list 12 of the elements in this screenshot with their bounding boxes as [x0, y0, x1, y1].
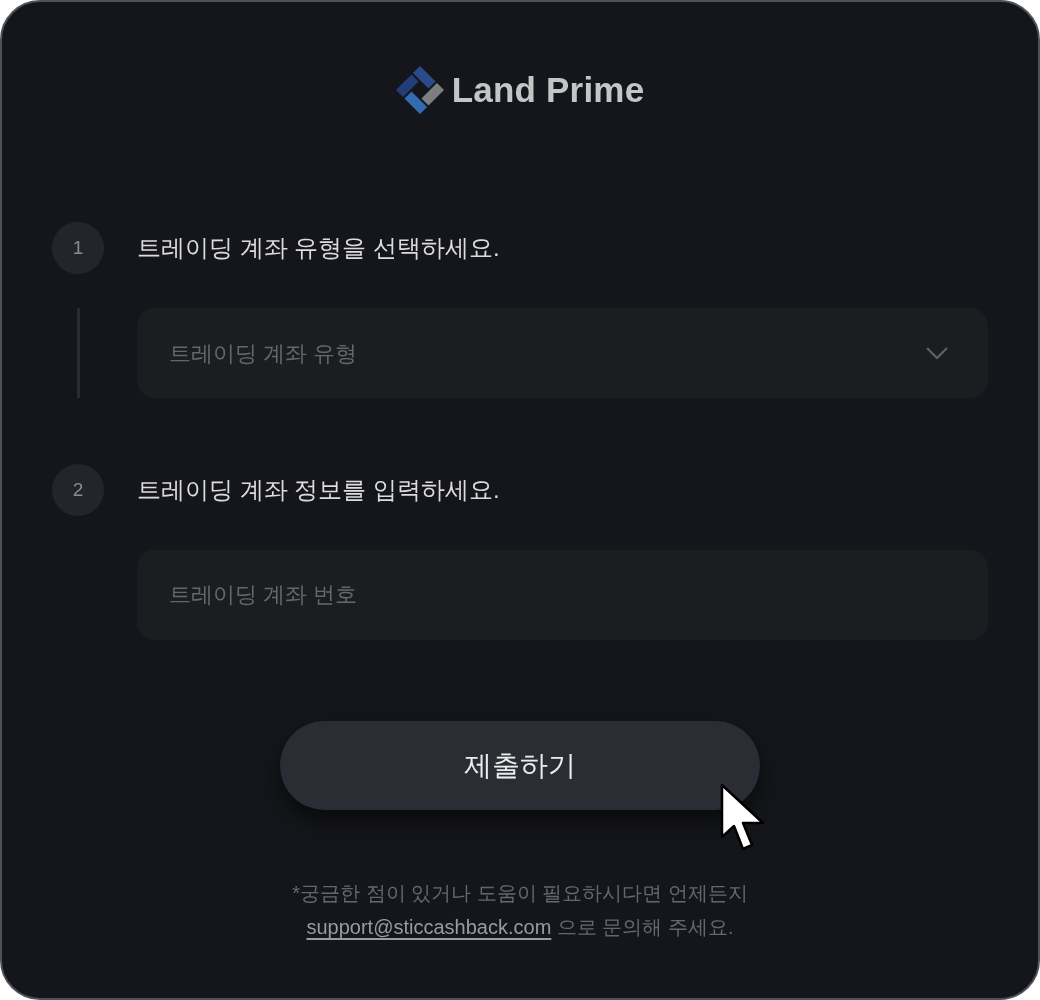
logo-icon — [395, 66, 444, 114]
support-email-link[interactable]: support@sticcashback.com — [306, 916, 552, 938]
step-title: 트레이딩 계좌 유형을 선택하세요. — [137, 233, 500, 263]
step-number: 1 — [52, 222, 104, 274]
cursor-icon — [720, 783, 766, 853]
step-number: 2 — [52, 464, 104, 516]
help-text: *궁금한 점이 있거나 도움이 필요하시다면 언제든지 support@sticcashback.com 으로 문의해 주세요. — [292, 881, 748, 940]
logo-text: Land Prime — [451, 69, 645, 111]
step-title: 트레이딩 계좌 정보를 입력하세요. — [137, 475, 500, 505]
submit-button[interactable]: 제출하기 — [280, 721, 760, 810]
account-number-input[interactable]: 트레이딩 계좌 번호 — [137, 550, 988, 640]
chevron-down-icon — [926, 347, 948, 359]
